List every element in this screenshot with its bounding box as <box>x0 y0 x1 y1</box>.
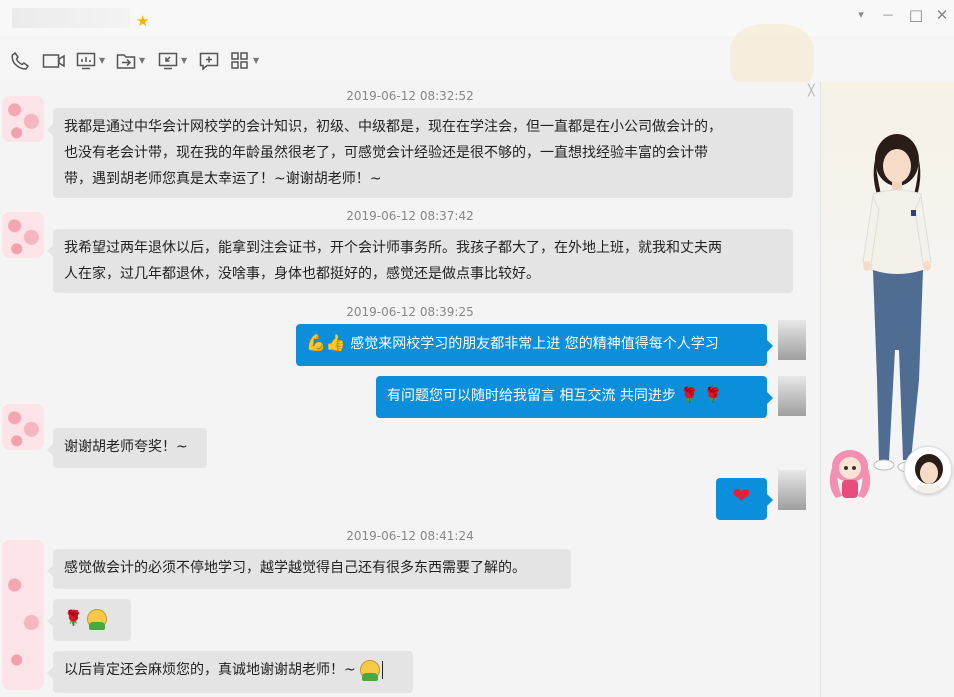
phone-button[interactable] <box>10 50 30 72</box>
phone-icon <box>11 51 30 70</box>
flexed-biceps-emoji: 💪 <box>306 333 326 352</box>
message-line: 人在家，过几年都退休，没啥事，身体也都挺好的，感觉还是做点事比较好。 <box>64 266 540 282</box>
message-text: 感觉做会计的必须不停地学习，越学越觉得自己还有很多东西需要了解的。 <box>64 560 526 576</box>
heart-emoji: ❤ <box>732 484 751 509</box>
screen-share-button[interactable]: ▼ <box>76 50 105 72</box>
file-transfer-button[interactable]: ▼ <box>116 50 145 72</box>
avatar-show-figure <box>862 134 932 473</box>
new-message-button[interactable] <box>199 50 219 72</box>
apps-button[interactable]: ▼ <box>230 50 259 72</box>
incoming-message[interactable]: 感觉做会计的必须不停地学习，越学越觉得自己还有很多东西需要了解的。 <box>47 549 571 589</box>
title-bar: ★ ▾ — □ ✕ <box>0 0 954 36</box>
contact-avatar[interactable] <box>2 212 44 258</box>
outgoing-message[interactable]: 💪👍 感觉来网校学习的朋友都非常上进 您的精神值得每个人学习 <box>296 324 773 366</box>
message-line: 我都是通过中华会计网校学的会计知识，初级、中级都是，现在在学注会，但一直都是在小… <box>64 119 722 135</box>
dropdown-icon[interactable]: ▾ <box>850 4 872 26</box>
incoming-message[interactable]: 以后肯定还会麻烦您的，真诚地谢谢胡老师！~ <box>47 651 413 693</box>
chat-toolbar: ▼ ▼ ▼ ▼ <box>0 44 820 78</box>
working-face-emoji <box>360 660 381 681</box>
message-text: 谢谢胡老师夸奖！~ <box>64 439 188 455</box>
text-cursor <box>382 661 384 679</box>
close-button[interactable]: ✕ <box>931 4 953 26</box>
my-avatar[interactable] <box>778 470 806 510</box>
caret-down-icon: ▼ <box>181 56 188 65</box>
my-avatar[interactable] <box>778 320 806 360</box>
message-line: 带，遇到胡老师您真是太幸运了！~谢谢胡老师！~ <box>64 171 382 187</box>
file-transfer-icon <box>116 54 136 69</box>
incoming-message[interactable]: 谢谢胡老师夸奖！~ <box>47 428 207 468</box>
message-timestamp: 2019-06-12 08:37:42 <box>346 209 474 223</box>
maximize-button[interactable]: □ <box>905 4 927 26</box>
message-text: 以后肯定还会麻烦您的，真诚地谢谢胡老师！~ <box>64 662 356 678</box>
screen-share-icon <box>76 52 96 70</box>
rose-emoji: 🌹 <box>703 386 723 404</box>
chat-history[interactable]: 2019-06-12 08:32:52 我都是通过中华会计网校学的会计知识，初级… <box>0 82 820 697</box>
my-avatar[interactable] <box>778 376 806 416</box>
video-icon <box>42 54 65 68</box>
message-timestamp: 2019-06-12 08:32:52 <box>346 89 474 103</box>
caret-down-icon: ▼ <box>99 56 106 65</box>
outgoing-message[interactable]: ❤ <box>716 478 773 520</box>
rose-emoji: 🌹 <box>64 609 83 627</box>
video-call-button[interactable] <box>42 50 66 72</box>
incoming-message[interactable]: 我希望过两年退休以后，能拿到注会证书，开个会计师事务所。我孩子都大了，在外地上班… <box>47 229 793 293</box>
thumbs-up-emoji: 👍 <box>325 333 346 352</box>
caret-down-icon: ▼ <box>139 56 146 65</box>
caret-down-icon: ▼ <box>253 56 260 65</box>
contact-avatar[interactable] <box>2 540 44 690</box>
contact-name-blurred <box>12 8 130 28</box>
side-panel-show <box>820 82 954 697</box>
working-face-emoji <box>87 609 108 630</box>
outgoing-message[interactable]: 有问题您可以随时给我留言 相互交流 共同进步 🌹 🌹 <box>376 376 773 418</box>
message-timestamp: 2019-06-12 08:41:24 <box>346 529 474 543</box>
minimize-button[interactable]: — <box>877 4 899 26</box>
incoming-message[interactable]: 🌹 <box>47 599 131 641</box>
message-line: 也没有老会计带，现在我的年龄虽然很老了，可感觉会计经验还是很不够的，一直想找经验… <box>64 145 708 161</box>
remote-desktop-icon <box>158 52 178 70</box>
incoming-message[interactable]: 我都是通过中华会计网校学的会计知识，初级、中级都是，现在在学注会，但一直都是在小… <box>47 108 793 198</box>
rose-emoji: 🌹 <box>680 386 700 404</box>
contact-avatar[interactable] <box>2 96 44 142</box>
contact-avatar[interactable] <box>2 404 44 450</box>
message-line: 我希望过两年退休以后，能拿到注会证书，开个会计师事务所。我孩子都大了，在外地上班… <box>64 240 722 256</box>
message-text: 感觉来网校学习的朋友都非常上进 您的精神值得每个人学习 <box>350 336 719 352</box>
apps-icon <box>231 52 248 69</box>
message-timestamp: 2019-06-12 08:39:25 <box>346 305 474 319</box>
close-show-icon[interactable]: ╳ <box>808 84 815 97</box>
remote-desktop-button[interactable]: ▼ <box>158 50 187 72</box>
avatar-image <box>915 454 943 493</box>
message-add-icon <box>199 52 219 71</box>
message-text: 有问题您可以随时给我留言 相互交流 共同进步 <box>387 388 676 404</box>
my-show-avatar[interactable] <box>904 446 952 494</box>
vip-star-icon: ★ <box>136 12 150 30</box>
anime-mascot-image <box>829 450 871 498</box>
